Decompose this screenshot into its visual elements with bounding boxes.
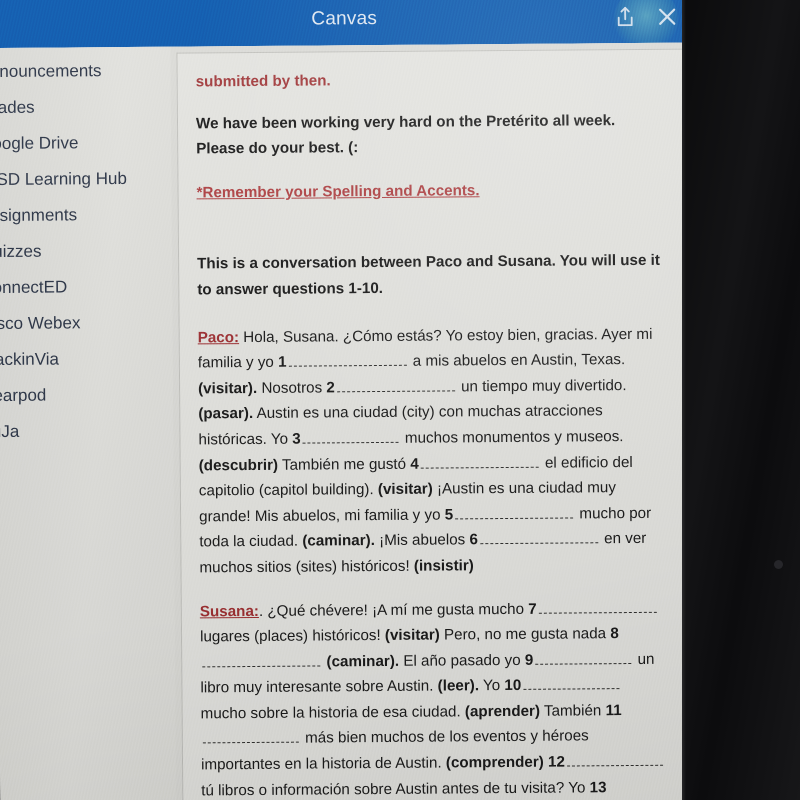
sidebar-item-cisco-webex[interactable]: Cisco Webex [0,305,173,343]
blank-number-6: 6 [469,531,478,549]
answer-blank-10[interactable] [523,675,620,691]
remember-note: *Remember your Spelling and Accents. [196,181,480,202]
verb-hint-2: (pasar). [198,405,254,423]
sidebar-item-quizzes[interactable]: Quizzes [0,233,172,271]
text: El año pasado yo [398,651,525,670]
verb-hint-11: (comprender) [445,753,544,772]
answer-blank-8[interactable] [202,652,321,668]
sidebar-item-label: YuJa [0,421,20,442]
answer-blank-12[interactable] [566,751,663,767]
assignment-document: submitted by then. We have been working … [176,48,691,800]
alert-line: submitted by then. [195,72,331,91]
verb-hint-9: (leer). [437,677,480,695]
verb-hint-8: (caminar). [326,652,400,671]
blank-number-7: 7 [528,600,537,618]
answer-blank-7[interactable] [538,598,657,614]
text: También [539,702,606,720]
encouragement-text: We have been working very hard on the Pr… [195,111,616,158]
verb-hint-6: (insistir) [413,557,474,575]
speaker-label-paco: Paco: [197,328,240,346]
sidebar-item-label: Cisco Webex [0,313,81,334]
verb-hint-1: (visitar). [198,379,258,398]
blank-number-10: 10 [504,677,522,695]
sidebar-item-yuja[interactable]: YuJa [0,413,174,451]
sidebar-item-label: NISD Learning Hub [0,168,127,190]
blank-number-9: 9 [524,651,534,669]
sidebar-item-label: Grades [0,97,35,118]
answer-blank-6[interactable] [479,529,598,545]
susana-paragraph: Susana:. ¿Qué chévere! ¡A mí me gusta mu… [200,595,670,800]
photographed-screen: Canvas Announcements Grades Google Drive… [0,0,800,800]
canvas-app-screen: Canvas Announcements Grades Google Drive… [0,0,701,800]
blank-number-13: 13 [589,778,607,797]
sidebar-item-label: Announcements [0,61,102,82]
text: Nosotros [257,379,327,397]
instructions-text: This is a conversation between Paco and … [197,252,660,299]
header-actions [612,0,680,43]
course-nav-sidebar: Announcements Grades Google Drive NISD L… [0,46,177,800]
blank-number-4: 4 [410,455,419,473]
blank-number-3: 3 [292,430,301,448]
verb-hint-10: (aprender) [464,702,541,721]
text: También me gustó [277,455,411,474]
blank-number-11: 11 [605,701,622,720]
verb-hint-7: (visitar) [384,626,440,645]
document-scroll-area[interactable]: submitted by then. We have been working … [170,42,701,800]
text: . ¿Qué chévere! ¡A mí me gusta mucho [258,600,529,620]
text: tú libros o información sobre Austin ant… [201,779,590,800]
answer-blank-9[interactable] [535,649,632,665]
text: lugares (places) históricos! [199,627,385,646]
sidebar-item-google-drive[interactable]: Google Drive [0,125,171,163]
sidebar-item-label: Assignments [0,205,78,226]
device-bezel-right [682,0,800,800]
app-body: Announcements Grades Google Drive NISD L… [0,42,701,800]
sidebar-item-connected[interactable]: ConnectED [0,269,172,307]
text: ¡Mis abuelos [374,531,470,550]
text: mucho sobre la historia de esa ciudad. [200,703,465,723]
sidebar-item-label: Google Drive [0,133,79,154]
page-title: Canvas [311,7,378,30]
sidebar-item-nisd-learning-hub[interactable]: NISD Learning Hub [0,161,172,199]
answer-blank-11[interactable] [202,729,299,744]
sidebar-item-label: Nearpod [0,385,47,406]
text: muchos monumentos y museos. [400,428,624,447]
sidebar-item-grades[interactable]: Grades [0,89,171,127]
answer-blank-2[interactable] [336,377,455,393]
sidebar-item-announcements[interactable]: Announcements [0,53,171,91]
share-upload-icon[interactable] [612,4,638,30]
blank-number-1: 1 [278,353,287,371]
answer-blank-5[interactable] [455,504,574,520]
blank-number-8: 8 [610,625,619,643]
paco-paragraph: Paco: Hola, Susana. ¿Cómo estás? Yo esto… [198,321,668,581]
verb-hint-4: (visitar) [377,480,433,499]
verb-hint-5: (caminar). [302,532,375,550]
text: a mis abuelos en Austin, Texas. [408,351,626,370]
blank-number-12: 12 [547,753,565,771]
answer-blank-1[interactable] [288,351,407,367]
answer-blank-4[interactable] [420,453,539,469]
blank-number-2: 2 [326,379,335,397]
sidebar-item-mackinvia[interactable]: MackinVia [0,341,173,379]
close-x-icon[interactable] [654,4,680,30]
answer-blank-3[interactable] [302,428,399,444]
text: Yo [478,677,505,695]
app-header: Canvas [0,0,695,52]
sidebar-item-label: ConnectED [0,277,68,298]
sidebar-item-label: Quizzes [0,241,42,262]
sidebar-item-nearpod[interactable]: Nearpod [0,377,173,415]
sidebar-item-label: MackinVia [0,349,60,370]
text: Pero, no me gusta nada [439,625,611,644]
speaker-label-susana: Susana: [199,602,259,620]
blank-number-5: 5 [444,506,454,524]
sidebar-item-assignments[interactable]: Assignments [0,197,172,235]
text: un tiempo muy divertido. [456,376,627,396]
verb-hint-3: (descubrir) [198,456,279,474]
